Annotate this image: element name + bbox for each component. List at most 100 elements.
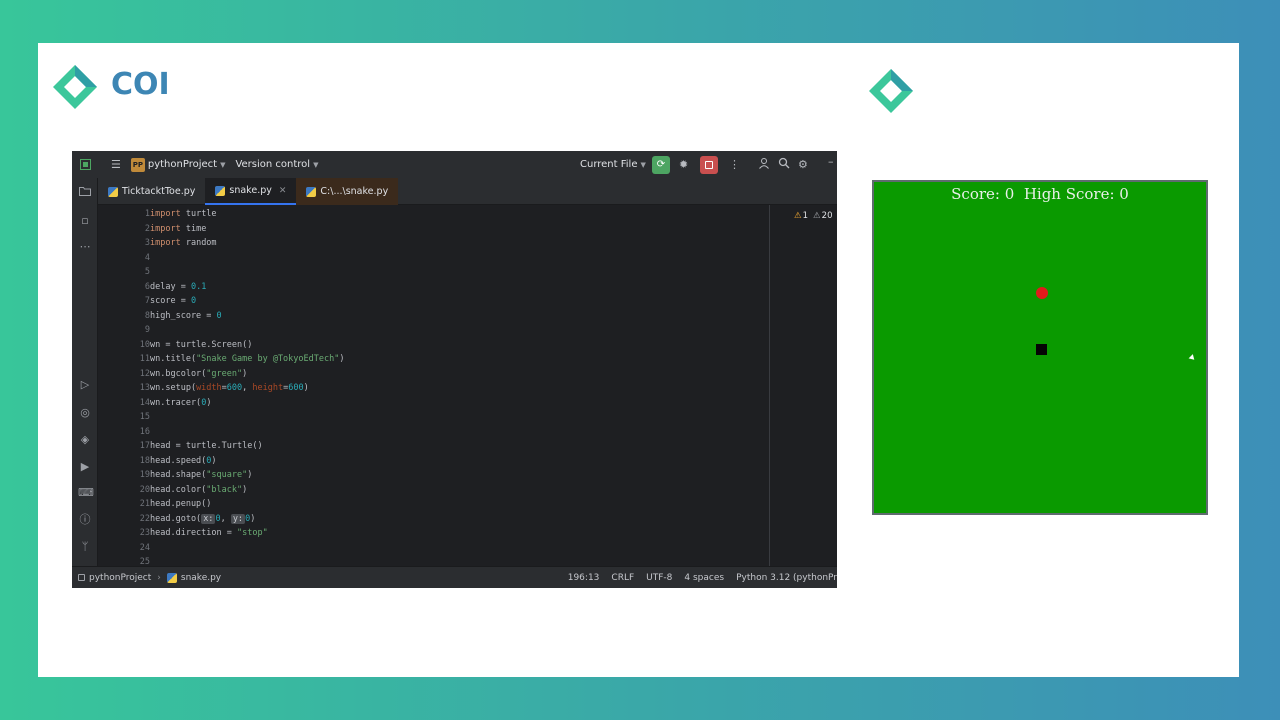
line-number: 24 [139, 542, 150, 553]
more-tools-icon[interactable]: ⋯ [78, 240, 92, 254]
module-icon [78, 574, 85, 581]
tab-tictactoe[interactable]: TicktacktToe.py [98, 178, 205, 205]
code-line: head.speed(0) [150, 455, 217, 466]
code-line: import turtle [150, 209, 217, 219]
line-number: 10 [139, 339, 150, 350]
tab-label: snake.py [229, 185, 272, 196]
diamond-logo-icon [53, 65, 97, 109]
code-line: score = 0 [150, 296, 197, 306]
breadcrumb: pythonProject › snake.py [72, 572, 221, 583]
diamond-logo-icon [869, 69, 913, 113]
code-line: import time [150, 223, 207, 234]
slide: COI ☰ PP pythonProject ▼ Version control… [38, 43, 1239, 677]
mouse-cursor-icon [1188, 354, 1197, 362]
line-number: 9 [144, 325, 150, 335]
tool-window-bar: ▫ ⋯ ▷ ◎ ◈ ▶ ⌨ ⓘ ᛘ [72, 178, 98, 566]
line-number: 21 [139, 499, 150, 509]
layers-icon[interactable]: ◈ [78, 433, 92, 447]
indent-setting[interactable]: 4 spaces [684, 573, 724, 583]
gear-icon[interactable]: ⚙ [798, 158, 808, 171]
ide-toolbar: ☰ PP pythonProject ▼ Version control ▼ C… [72, 151, 837, 178]
line-number: 23 [139, 528, 150, 538]
python-interpreter[interactable]: Python 3.12 (pythonPr [736, 573, 837, 583]
problems-icon[interactable]: ⓘ [78, 513, 92, 527]
breadcrumb-file[interactable]: snake.py [181, 573, 221, 583]
code-line: head.shape("square") [150, 470, 253, 480]
project-name: pythonProject [147, 159, 218, 170]
run-config-selector[interactable]: Current File ▼ [580, 159, 646, 170]
param-hint: y: [230, 513, 246, 524]
inspection-widget[interactable]: ⚠ 1 ⚠ 20 [794, 211, 833, 221]
stop-button[interactable] [700, 155, 718, 174]
weak-warning-count: 20 [821, 211, 833, 221]
rerun-button[interactable]: ⟳ [652, 155, 670, 174]
code-line: head.direction = "stop" [150, 528, 268, 538]
version-control-menu[interactable]: Version control ▼ [235, 159, 318, 170]
line-number: 15 [139, 412, 150, 422]
line-number: 16 [139, 426, 150, 437]
code-line: wn = turtle.Screen() [150, 339, 253, 350]
structure-icon[interactable]: ▫ [78, 214, 92, 228]
snake-head [1036, 344, 1047, 355]
line-number: 5 [144, 267, 150, 277]
git-icon[interactable]: ᛘ [78, 540, 92, 554]
line-number: 11 [139, 354, 150, 364]
code-line: head.goto(x: 0, y: 0) [150, 513, 256, 524]
line-number: 20 [139, 484, 150, 495]
line-number: 14 [139, 397, 150, 408]
file-encoding[interactable]: UTF-8 [646, 573, 672, 583]
python-file-icon [215, 185, 226, 196]
chevron-down-icon: ▼ [220, 160, 226, 169]
tab-snake[interactable]: snake.py ✕ [205, 178, 297, 205]
line-number: 22 [139, 513, 150, 524]
close-icon[interactable]: ✕ [279, 186, 287, 196]
line-number: 17 [139, 441, 150, 451]
minimize-icon[interactable]: – [828, 155, 834, 168]
status-bar: pythonProject › snake.py 196:13 CRLF UTF… [72, 566, 837, 588]
chevron-right-icon: › [157, 572, 161, 583]
version-control-label: Version control [235, 159, 311, 170]
breadcrumb-project[interactable]: pythonProject [89, 573, 151, 583]
python-file-icon [166, 572, 177, 583]
python-file-icon [108, 186, 118, 197]
right-margin-guide [769, 205, 770, 566]
line-number: 7 [144, 296, 150, 306]
folder-icon[interactable] [78, 186, 92, 200]
line-separator[interactable]: CRLF [611, 573, 634, 583]
line-number: 2 [144, 223, 150, 234]
line-number: 3 [144, 238, 150, 248]
project-badge: PP [130, 157, 145, 172]
terminal-icon[interactable]: ⌨ [78, 486, 94, 500]
project-selector[interactable]: PP pythonProject ▼ [130, 157, 226, 172]
code-line: head.color("black") [150, 484, 248, 495]
code-editor[interactable]: import turtle import time import random … [150, 205, 770, 566]
app-icon[interactable] [80, 159, 91, 170]
caret-position[interactable]: 196:13 [568, 573, 600, 583]
line-number-gutter: 1 2 3 4 5 6 7 8 9 10 11 12 13 14 15 16 1… [98, 205, 150, 567]
line-number: 13 [139, 383, 150, 393]
code-line: delay = 0.1 [150, 281, 207, 292]
param-hint: x: [201, 513, 216, 524]
line-number: 8 [144, 310, 150, 321]
code-line: import random [150, 238, 217, 248]
services-icon[interactable]: ▶ [78, 460, 92, 474]
tab-label: TicktacktToe.py [122, 186, 196, 197]
run-icon[interactable]: ▷ [78, 378, 92, 392]
line-number: 18 [139, 455, 150, 466]
weak-warning-icon: ⚠ [813, 211, 821, 221]
chevron-down-icon: ▼ [313, 160, 319, 169]
more-options-icon[interactable]: ⋮ [729, 158, 740, 171]
snake-game-canvas: Score: 0 High Score: 0 [872, 180, 1208, 515]
warning-count: 1 [802, 211, 809, 221]
line-number: 12 [139, 368, 150, 379]
python-console-icon[interactable]: ◎ [78, 406, 92, 420]
user-icon[interactable] [758, 157, 770, 172]
search-icon[interactable] [778, 157, 790, 172]
tab-snake-external[interactable]: C:\...\snake.py [296, 178, 399, 205]
line-number: 6 [144, 281, 150, 292]
debug-icon[interactable]: ✹ [679, 158, 688, 171]
ide-window: ☰ PP pythonProject ▼ Version control ▼ C… [72, 151, 837, 588]
brand-name: COI [111, 67, 170, 102]
hamburger-menu-icon[interactable]: ☰ [111, 158, 121, 171]
code-line: wn.title("Snake Game by @TokyoEdTech") [150, 354, 345, 364]
